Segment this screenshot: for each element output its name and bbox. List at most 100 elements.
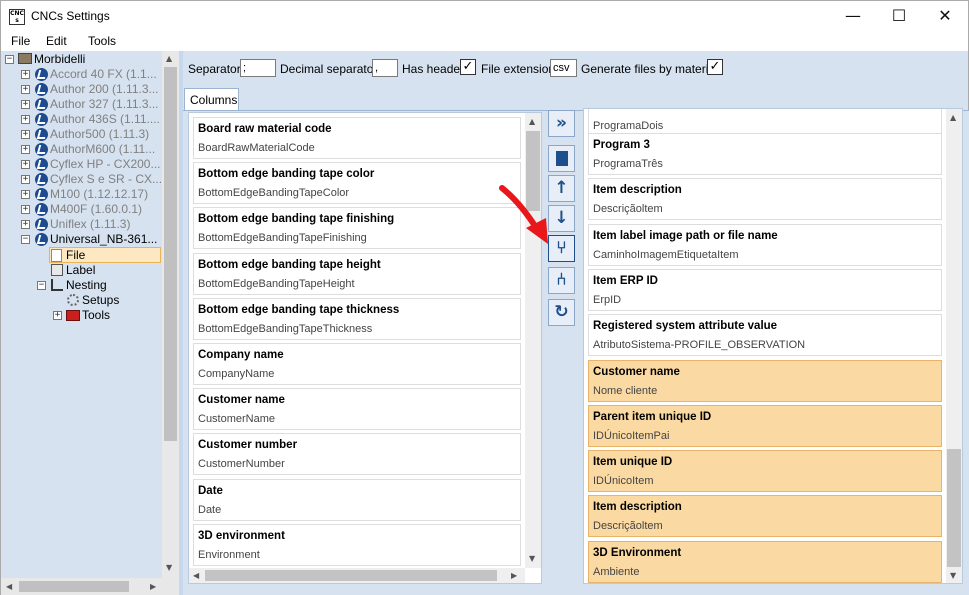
expand-icon[interactable]: + xyxy=(21,205,30,214)
tree-item-machine[interactable]: + Author 436S (1.11.... xyxy=(21,112,161,127)
separator-input[interactable]: ; xyxy=(240,59,276,77)
scroll-down-icon[interactable]: ▼ xyxy=(529,554,535,563)
tree-item-machine[interactable]: + Cyflex S e SR - CX... xyxy=(21,172,162,187)
close-button[interactable]: ✕ xyxy=(922,1,968,31)
list-item[interactable]: Bottom edge banding tape finishing Bottom… xyxy=(193,207,521,250)
expand-icon[interactable]: + xyxy=(21,130,30,139)
tree-item-machine-label: Accord 40 FX (1.1... xyxy=(50,67,157,81)
menu-tools[interactable]: Tools xyxy=(88,34,116,48)
expand-icon[interactable]: + xyxy=(21,160,30,169)
list-item-title: Board raw material code xyxy=(198,123,332,135)
tree-item-machine[interactable]: − Universal_NB-361... xyxy=(21,232,161,247)
menu-edit[interactable]: Edit xyxy=(46,34,67,48)
tree-root-label: Morbidelli xyxy=(34,52,86,66)
collapse-icon[interactable]: − xyxy=(21,235,30,244)
tree-item-file[interactable]: File xyxy=(51,248,161,263)
list-item-title: Item ERP ID xyxy=(593,274,658,287)
has-header-checkbox[interactable]: ✓ xyxy=(460,59,476,75)
collapse-icon[interactable]: − xyxy=(37,281,46,290)
scroll-right-icon[interactable]: ▶ xyxy=(150,582,156,591)
menu-file[interactable]: File xyxy=(11,34,30,48)
decimal-separator-input[interactable]: , xyxy=(372,59,398,77)
scroll-left-icon[interactable]: ◀ xyxy=(6,582,12,591)
menu-bar: File Edit Tools xyxy=(0,31,969,51)
scroll-thumb[interactable] xyxy=(205,570,497,581)
scroll-thumb[interactable] xyxy=(947,449,961,567)
file-extension-input[interactable]: csv xyxy=(550,59,577,77)
list-item[interactable]: Bottom edge banding tape color BottomEdge… xyxy=(193,162,521,205)
expand-icon[interactable]: + xyxy=(21,115,30,124)
tree-item-setups[interactable]: Setups xyxy=(67,293,161,308)
list-item[interactable]: Registered system attribute value Atribut… xyxy=(588,314,942,357)
tree-item-nesting[interactable]: − Nesting xyxy=(37,278,161,293)
expand-icon[interactable]: + xyxy=(21,220,30,229)
window-title: CNCs Settings xyxy=(31,9,110,23)
expand-icon[interactable]: + xyxy=(21,100,30,109)
scroll-down-icon[interactable]: ▼ xyxy=(950,571,956,580)
selected-list-vertical-scrollbar[interactable]: ▲ ▼ xyxy=(946,109,962,583)
list-item-title: 3D Environment xyxy=(593,546,682,559)
scroll-thumb[interactable] xyxy=(164,67,177,441)
reset-button[interactable]: ↻ xyxy=(548,299,575,326)
list-item[interactable]: 3D Environment Ambiente xyxy=(588,540,942,583)
tree-item-label[interactable]: Label xyxy=(51,263,161,278)
tab-columns[interactable]: Columns xyxy=(184,88,239,110)
list-item-title: Program 3 xyxy=(593,139,650,151)
delete-button[interactable] xyxy=(548,145,575,172)
expand-icon[interactable]: + xyxy=(21,70,30,79)
list-item[interactable]: Date Date xyxy=(193,478,521,521)
tree-item-machine[interactable]: + Accord 40 FX (1.1... xyxy=(21,67,161,82)
available-list-horizontal-scrollbar[interactable]: ◀ ▶ xyxy=(189,568,525,583)
maximize-button[interactable]: ☐ xyxy=(876,1,922,31)
list-item[interactable]: Parent item unique ID IDÚnicoItemPai xyxy=(588,404,942,447)
list-item[interactable]: Bottom edge banding tape thickness Bottom… xyxy=(193,297,521,340)
expand-icon[interactable]: + xyxy=(21,145,30,154)
tree-root[interactable]: − Morbidelli xyxy=(5,52,155,67)
tree-item-machine[interactable]: + AuthorM600 (1.11... xyxy=(21,142,161,157)
list-item[interactable]: Customer number CustomerNumber xyxy=(193,433,521,476)
tree-item-machine-label: Uniflex (1.11.3) xyxy=(50,217,131,231)
scroll-up-icon[interactable]: ▲ xyxy=(166,54,172,63)
scroll-thumb[interactable] xyxy=(19,581,129,592)
scroll-up-icon[interactable]: ▲ xyxy=(529,117,535,126)
list-item[interactable]: Customer name Nome cliente xyxy=(588,359,942,402)
collapse-icon[interactable]: − xyxy=(5,55,14,64)
list-item[interactable]: Item description Descriçãoltem xyxy=(588,495,942,538)
list-item[interactable]: Bottom edge banding tape height BottomEdg… xyxy=(193,252,521,295)
split-button[interactable]: ⑃ xyxy=(548,267,575,294)
minimize-button[interactable]: — xyxy=(830,1,876,31)
list-item-key: BottomEdgeBandingTapeThickness xyxy=(198,322,373,335)
tree-item-machine[interactable]: + Author500 (1.11.3) xyxy=(21,127,161,142)
tree-item-tools[interactable]: + Tools xyxy=(53,308,161,323)
tree-item-machine[interactable]: + M400F (1.60.0.1) xyxy=(21,202,161,217)
tree-item-machine[interactable]: + Cyflex HP - CX200... xyxy=(21,157,161,172)
generate-files-checkbox[interactable]: ✓ xyxy=(707,59,723,75)
list-item[interactable]: Item description Descriçãoltem xyxy=(588,178,942,221)
tree-item-machine[interactable]: + Author 200 (1.11.3... xyxy=(21,82,161,97)
list-item[interactable]: 3D environment Environment xyxy=(193,523,521,566)
list-item[interactable]: Board raw material code BoardRawMaterialC… xyxy=(193,117,521,159)
list-item[interactable]: Item ERP ID ErpID xyxy=(588,268,942,311)
tree-item-machine[interactable]: + Uniflex (1.11.3) xyxy=(21,217,161,232)
list-item[interactable]: Item unique ID IDÚnicoItem xyxy=(588,450,942,493)
tree-item-label-label: Label xyxy=(66,263,96,277)
expand-icon[interactable]: + xyxy=(21,85,30,94)
expand-icon[interactable]: + xyxy=(21,175,30,184)
list-item-title: Item description xyxy=(593,184,682,197)
tree-item-machine[interactable]: + M100 (1.12.12.17) xyxy=(21,187,161,202)
add-all-button[interactable]: » xyxy=(548,110,575,137)
scroll-right-icon[interactable]: ▶ xyxy=(511,571,517,580)
list-item[interactable]: Customer name CustomerName xyxy=(193,388,521,431)
list-item[interactable]: Program 3 ProgramaTrês xyxy=(588,133,942,175)
scroll-left-icon[interactable]: ◀ xyxy=(193,571,199,580)
scroll-down-icon[interactable]: ▼ xyxy=(166,563,172,572)
expand-icon[interactable]: + xyxy=(53,311,62,320)
scroll-up-icon[interactable]: ▲ xyxy=(950,113,956,122)
list-item[interactable]: Company name CompanyName xyxy=(193,343,521,385)
list-item[interactable]: Item label image path or file name Caminh… xyxy=(588,223,942,266)
tree-horizontal-scrollbar[interactable]: ◀ ▶ xyxy=(1,578,180,595)
machine-icon xyxy=(35,173,48,186)
tree-item-machine[interactable]: + Author 327 (1.11.3... xyxy=(21,97,161,112)
expand-icon[interactable]: + xyxy=(21,190,30,199)
tree-vertical-scrollbar[interactable]: ▲ ▼ xyxy=(162,51,179,578)
